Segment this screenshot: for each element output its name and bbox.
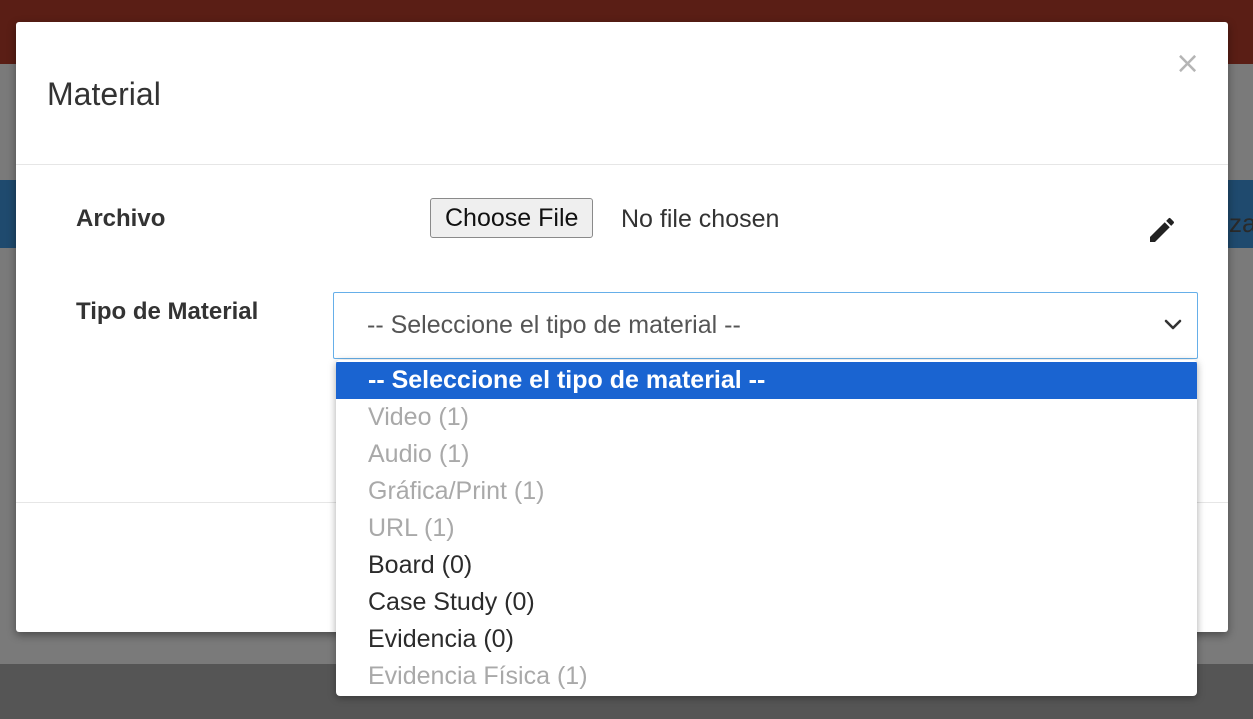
dropdown-option: Gráfica/Print (1) xyxy=(368,477,545,505)
modal-header: Material × xyxy=(16,22,1228,165)
file-status-text: No file chosen xyxy=(621,205,780,233)
select-current-value: -- Seleccione el tipo de material -- xyxy=(367,311,741,339)
dropdown-option: Audio (1) xyxy=(368,440,470,468)
tipo-material-select[interactable]: -- Seleccione el tipo de material -- xyxy=(333,292,1198,359)
dropdown-option: Evidencia Física (1) xyxy=(368,662,588,690)
pencil-icon[interactable] xyxy=(1146,214,1178,246)
tipo-material-label: Tipo de Material xyxy=(76,298,259,325)
close-icon[interactable]: × xyxy=(1175,49,1200,79)
dropdown-option[interactable]: Evidencia (0) xyxy=(336,621,1197,658)
tipo-material-dropdown: -- Seleccione el tipo de material -- Vide… xyxy=(336,360,1197,696)
chevron-down-icon xyxy=(1164,319,1182,330)
dropdown-option: URL (1) xyxy=(368,514,455,542)
modal-title: Material xyxy=(47,76,161,112)
dropdown-option[interactable]: -- Seleccione el tipo de material -- xyxy=(336,362,1197,399)
dropdown-option[interactable]: Case Study (0) xyxy=(336,584,1197,621)
dropdown-option: Video (1) xyxy=(368,403,469,431)
background-peek-text: za xyxy=(1229,208,1253,238)
choose-file-button[interactable]: Choose File xyxy=(430,198,594,238)
dropdown-option[interactable]: Board (0) xyxy=(336,547,1197,584)
archivo-label: Archivo xyxy=(76,205,166,232)
